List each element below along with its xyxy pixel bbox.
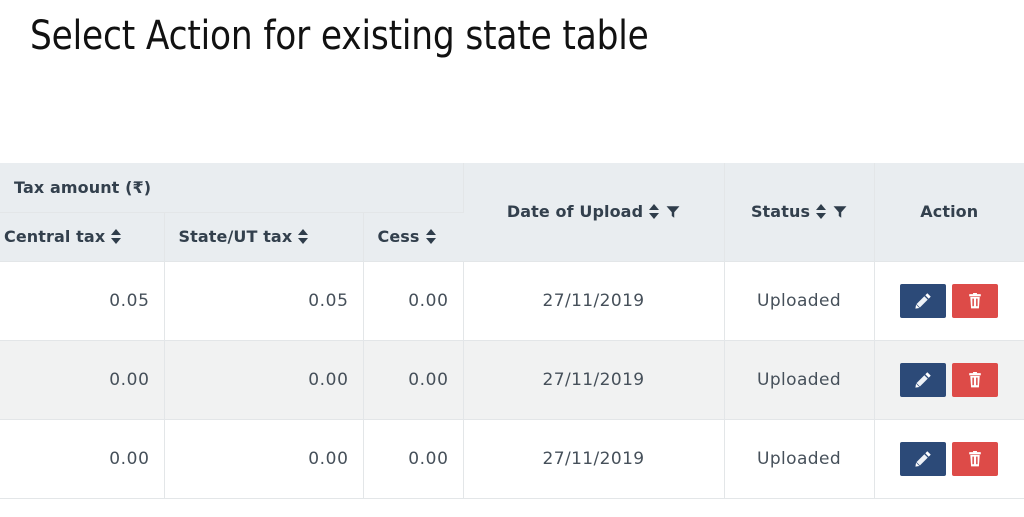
action-button-group bbox=[889, 362, 1011, 397]
column-header-central-tax-label: Central tax bbox=[4, 227, 106, 246]
cell-date-of-upload: 27/11/2019 bbox=[463, 340, 725, 420]
cell-cess: 0.00 bbox=[363, 340, 464, 420]
table-body: 0.05 0.05 0.00 27/11/2019 Uploaded 0.00 … bbox=[0, 261, 1024, 499]
column-header-status[interactable]: Status bbox=[724, 163, 875, 262]
pencil-icon bbox=[915, 292, 932, 309]
sort-icon[interactable] bbox=[111, 229, 122, 244]
table-row: 0.00 0.00 0.00 27/11/2019 Uploaded bbox=[0, 340, 1024, 420]
edit-button[interactable] bbox=[900, 362, 947, 397]
pencil-icon bbox=[915, 371, 932, 388]
cell-status: Uploaded bbox=[724, 419, 875, 499]
cell-action bbox=[874, 340, 1024, 420]
page-title: Select Action for existing state table bbox=[30, 13, 649, 59]
delete-button[interactable] bbox=[952, 283, 999, 318]
cell-state-ut-tax: 0.00 bbox=[164, 340, 364, 420]
cell-central-tax: 0.05 bbox=[0, 261, 165, 341]
cell-action bbox=[874, 419, 1024, 499]
cell-date-of-upload: 27/11/2019 bbox=[463, 261, 725, 341]
cell-cess: 0.00 bbox=[363, 419, 464, 499]
column-header-state-ut-tax[interactable]: State/UT tax bbox=[164, 212, 364, 262]
trash-icon bbox=[967, 371, 983, 388]
sort-icon[interactable] bbox=[649, 204, 660, 220]
column-header-action: Action bbox=[874, 163, 1024, 262]
column-header-cess[interactable]: Cess bbox=[363, 212, 464, 262]
filter-icon[interactable] bbox=[666, 205, 680, 219]
column-header-cess-label: Cess bbox=[377, 227, 420, 246]
table-header: Tax amount (₹) Date of Upload Status Act… bbox=[0, 163, 1024, 262]
cell-status: Uploaded bbox=[724, 340, 875, 420]
column-header-date-of-upload[interactable]: Date of Upload bbox=[463, 163, 725, 262]
column-header-date-of-upload-label: Date of Upload bbox=[506, 202, 644, 222]
state-table: Tax amount (₹) Date of Upload Status Act… bbox=[0, 163, 1024, 499]
trash-icon bbox=[967, 450, 983, 467]
delete-button[interactable] bbox=[952, 441, 999, 476]
pencil-icon bbox=[915, 450, 932, 467]
column-header-status-label: Status bbox=[750, 202, 811, 222]
filter-icon[interactable] bbox=[833, 205, 847, 219]
state-table-container: Tax amount (₹) Date of Upload Status Act… bbox=[0, 163, 1024, 499]
cell-cess: 0.00 bbox=[363, 261, 464, 341]
table-header-row-group: Tax amount (₹) Date of Upload Status Act… bbox=[0, 163, 1024, 262]
sort-icon[interactable] bbox=[298, 229, 309, 244]
cell-date-of-upload: 27/11/2019 bbox=[463, 419, 725, 499]
table-row: 0.00 0.00 0.00 27/11/2019 Uploaded bbox=[0, 419, 1024, 499]
sort-icon[interactable] bbox=[425, 229, 437, 244]
trash-icon bbox=[967, 292, 983, 309]
cell-state-ut-tax: 0.05 bbox=[164, 261, 364, 341]
column-header-central-tax[interactable]: Central tax bbox=[0, 212, 165, 262]
table-row: 0.05 0.05 0.00 27/11/2019 Uploaded bbox=[0, 261, 1024, 341]
cell-action bbox=[874, 261, 1024, 341]
edit-button[interactable] bbox=[900, 441, 947, 476]
action-button-group bbox=[889, 441, 1011, 476]
delete-button[interactable] bbox=[952, 362, 999, 397]
column-group-tax-amount: Tax amount (₹) bbox=[0, 163, 464, 213]
screen-root: Select Action for existing state table T… bbox=[0, 0, 1024, 517]
action-button-group bbox=[889, 283, 1011, 318]
column-header-state-ut-tax-label: State/UT tax bbox=[178, 227, 293, 246]
sort-icon[interactable] bbox=[816, 204, 827, 220]
cell-status: Uploaded bbox=[724, 261, 875, 341]
column-header-action-label: Action bbox=[920, 202, 979, 222]
edit-button[interactable] bbox=[900, 283, 947, 318]
cell-central-tax: 0.00 bbox=[0, 340, 165, 420]
cell-central-tax: 0.00 bbox=[0, 419, 165, 499]
cell-state-ut-tax: 0.00 bbox=[164, 419, 364, 499]
